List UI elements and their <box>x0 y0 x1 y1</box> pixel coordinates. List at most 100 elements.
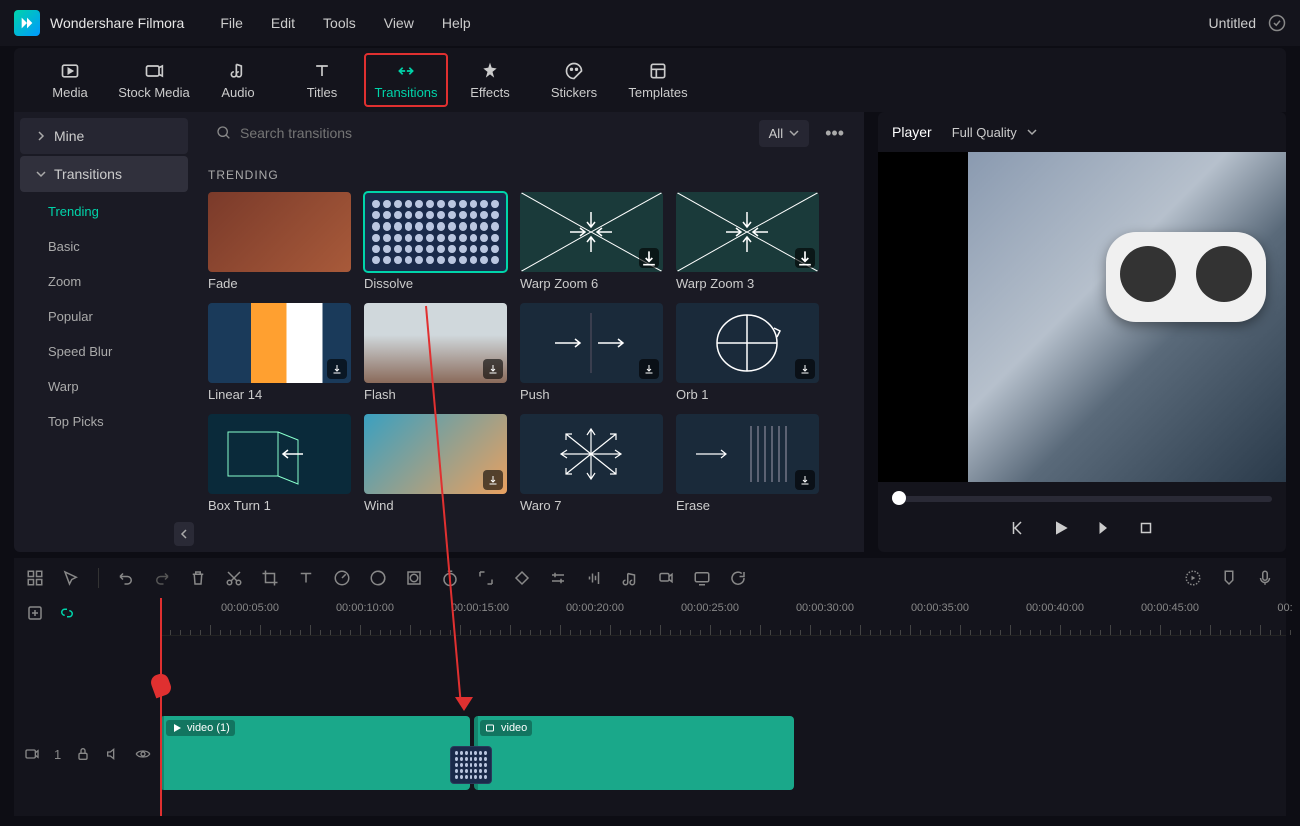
transition-card-linear-14[interactable]: Linear 14 <box>208 303 351 402</box>
video-track[interactable]: video (1) video <box>160 716 810 790</box>
eye-icon[interactable] <box>135 746 151 762</box>
tab-templates[interactable]: Templates <box>616 53 700 107</box>
transition-thumb[interactable] <box>364 303 507 383</box>
keyframe-icon[interactable] <box>513 569 531 587</box>
play-button[interactable] <box>1051 518 1071 538</box>
pointer-tool-icon[interactable] <box>62 569 80 587</box>
transition-card-warp-zoom-6[interactable]: Warp Zoom 6 <box>520 192 663 291</box>
redo-icon[interactable] <box>153 569 171 587</box>
sidebar-item-popular[interactable]: Popular <box>14 299 194 334</box>
menu-file[interactable]: File <box>220 15 243 31</box>
sidebar-collapse-button[interactable] <box>174 522 194 546</box>
sidebar-item-warp[interactable]: Warp <box>14 369 194 404</box>
clip-1[interactable]: video (1) <box>160 716 470 790</box>
transition-card-dissolve[interactable]: Dissolve <box>364 192 507 291</box>
tab-stickers[interactable]: Stickers <box>532 53 616 107</box>
screen-icon[interactable] <box>693 569 711 587</box>
sidebar-item-trending[interactable]: Trending <box>14 194 194 229</box>
transition-card-orb-1[interactable]: Orb 1 <box>676 303 819 402</box>
menu-view[interactable]: View <box>384 15 414 31</box>
crop-icon[interactable] <box>261 569 279 587</box>
transition-card-erase[interactable]: Erase <box>676 414 819 513</box>
transition-thumb[interactable] <box>208 414 351 494</box>
delete-icon[interactable] <box>189 569 207 587</box>
sidebar-item-speed-blur[interactable]: Speed Blur <box>14 334 194 369</box>
expand-icon[interactable] <box>477 569 495 587</box>
download-icon[interactable] <box>795 470 815 490</box>
link-icon[interactable] <box>58 604 76 622</box>
transition-card-fade[interactable]: Fade <box>208 192 351 291</box>
tab-stock-media[interactable]: Stock Media <box>112 53 196 107</box>
sidebar-item-zoom[interactable]: Zoom <box>14 264 194 299</box>
undo-icon[interactable] <box>117 569 135 587</box>
music-icon[interactable] <box>621 569 639 587</box>
preview-video[interactable] <box>878 152 1286 482</box>
lock-icon[interactable] <box>75 746 91 762</box>
render-icon[interactable] <box>1184 569 1202 587</box>
download-icon[interactable] <box>483 470 503 490</box>
transition-thumb[interactable] <box>520 303 663 383</box>
tab-titles[interactable]: Titles <box>280 53 364 107</box>
transition-thumb[interactable] <box>208 303 351 383</box>
quality-dropdown[interactable]: Full Quality <box>952 125 1037 140</box>
tab-audio[interactable]: Audio <box>196 53 280 107</box>
download-icon[interactable] <box>639 359 659 379</box>
progress-handle[interactable] <box>892 491 906 505</box>
prev-frame-button[interactable] <box>1009 519 1027 537</box>
menu-edit[interactable]: Edit <box>271 15 295 31</box>
add-track-icon[interactable] <box>26 604 44 622</box>
menu-tools[interactable]: Tools <box>323 15 356 31</box>
transition-card-warp-zoom-3[interactable]: Warp Zoom 3 <box>676 192 819 291</box>
next-button[interactable] <box>1095 519 1113 537</box>
menu-help[interactable]: Help <box>442 15 471 31</box>
rotate-icon[interactable] <box>729 569 747 587</box>
sliders-icon[interactable] <box>549 569 567 587</box>
sidebar-mine[interactable]: Mine <box>20 118 188 154</box>
tab-effects[interactable]: Effects <box>448 53 532 107</box>
transition-thumb[interactable] <box>676 303 819 383</box>
transition-card-push[interactable]: Push <box>520 303 663 402</box>
mute-icon[interactable] <box>105 746 121 762</box>
tab-transitions[interactable]: Transitions <box>364 53 448 107</box>
download-icon[interactable] <box>639 248 659 268</box>
video-track-icon[interactable] <box>24 746 40 762</box>
voice-icon[interactable] <box>657 569 675 587</box>
mic-icon[interactable] <box>1256 569 1274 587</box>
transition-thumb[interactable] <box>364 414 507 494</box>
timer-icon[interactable] <box>441 569 459 587</box>
transition-thumb[interactable] <box>520 414 663 494</box>
download-icon[interactable] <box>327 359 347 379</box>
stop-button[interactable] <box>1137 519 1155 537</box>
download-icon[interactable] <box>795 359 815 379</box>
sidebar-item-basic[interactable]: Basic <box>14 229 194 264</box>
clip-2[interactable]: video <box>474 716 794 790</box>
progress-track[interactable] <box>892 496 1272 502</box>
download-icon[interactable] <box>795 248 815 268</box>
transition-thumb[interactable] <box>676 414 819 494</box>
transition-thumb[interactable] <box>676 192 819 272</box>
transition-card-wind[interactable]: Wind <box>364 414 507 513</box>
transition-card-box-turn-1[interactable]: Box Turn 1 <box>208 414 351 513</box>
more-button[interactable]: ••• <box>819 123 850 144</box>
text-tool-icon[interactable] <box>297 569 315 587</box>
color-icon[interactable] <box>369 569 387 587</box>
tab-media[interactable]: Media <box>28 53 112 107</box>
sidebar-item-top-picks[interactable]: Top Picks <box>14 404 194 439</box>
cut-icon[interactable] <box>225 569 243 587</box>
playhead[interactable] <box>160 598 162 816</box>
marker-icon[interactable] <box>1220 569 1238 587</box>
transition-thumb[interactable] <box>208 192 351 272</box>
download-icon[interactable] <box>483 359 503 379</box>
sidebar-category[interactable]: Transitions <box>20 156 188 192</box>
eq-icon[interactable] <box>585 569 603 587</box>
transition-thumb[interactable] <box>520 192 663 272</box>
mask-icon[interactable] <box>405 569 423 587</box>
speed-icon[interactable] <box>333 569 351 587</box>
timeline-ruler[interactable]: 00:00:05:0000:00:10:0000:00:15:0000:00:2… <box>160 598 1286 636</box>
search-input[interactable] <box>240 125 741 141</box>
filter-dropdown[interactable]: All <box>759 120 809 147</box>
transition-card-flash[interactable]: Flash <box>364 303 507 402</box>
grid-tool-icon[interactable] <box>26 569 44 587</box>
transition-thumb[interactable] <box>364 192 507 272</box>
transition-card-waro-7[interactable]: Waro 7 <box>520 414 663 513</box>
